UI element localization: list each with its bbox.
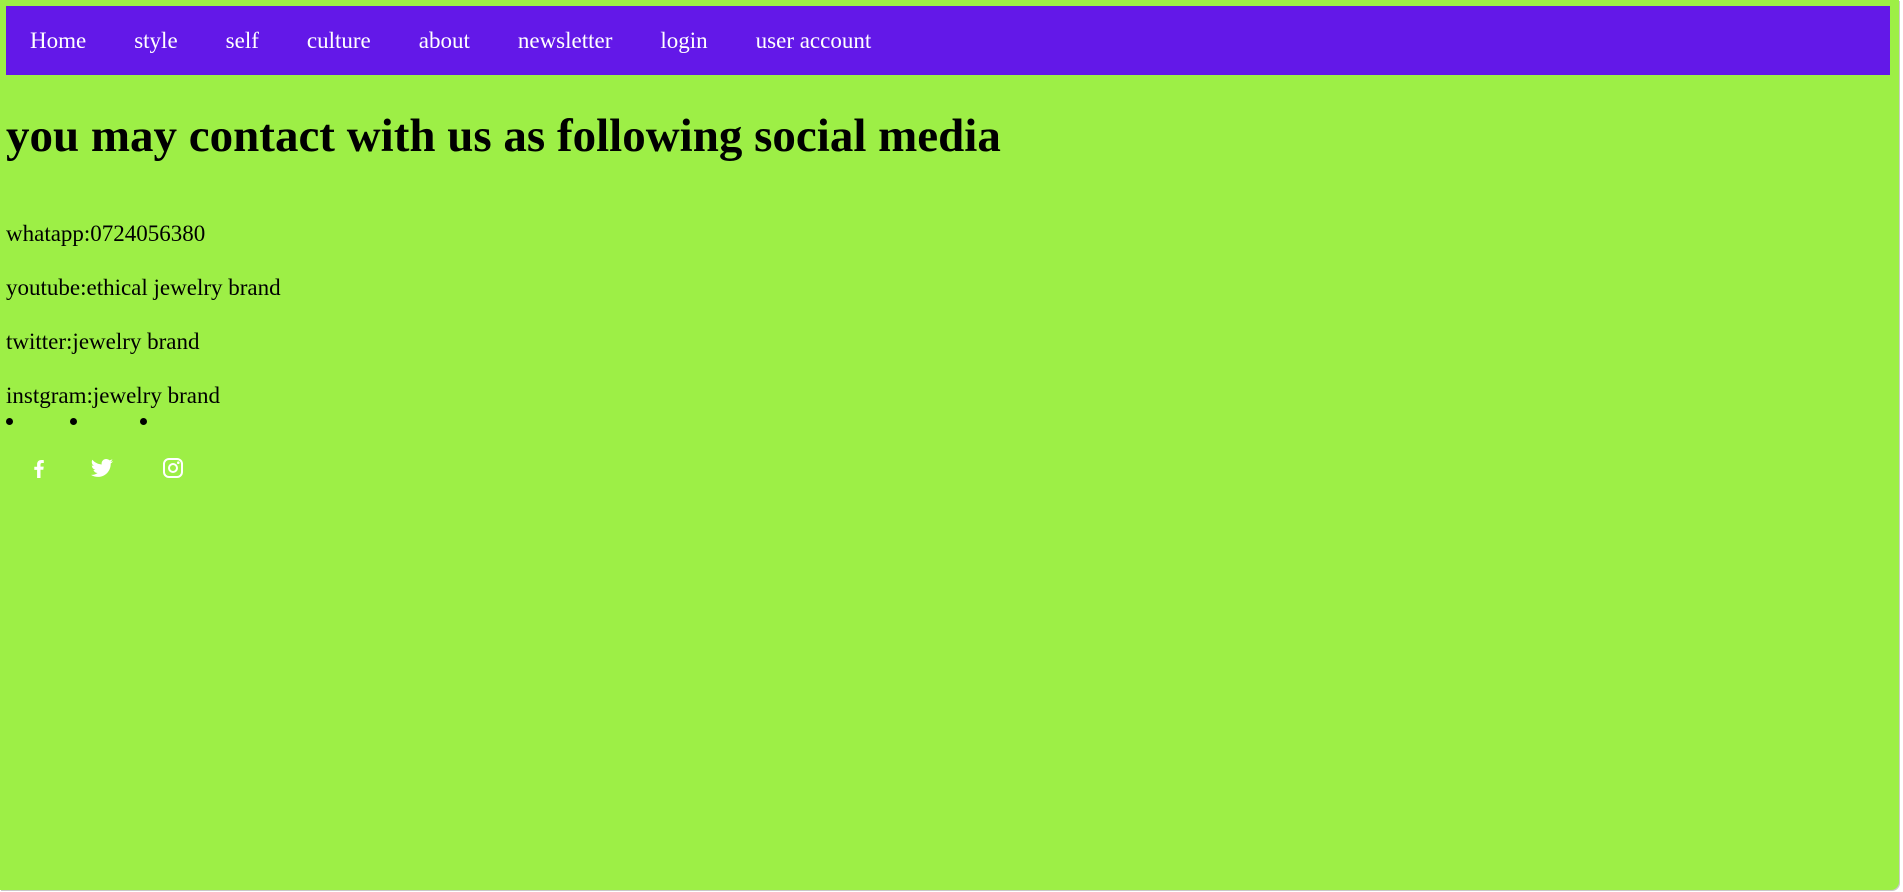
nav-item-user-account[interactable]: user account (732, 6, 896, 75)
nav-item-about[interactable]: about (395, 6, 494, 75)
social-link-facebook[interactable] (6, 414, 46, 490)
twitter-icon[interactable] (90, 456, 114, 480)
list-bullet (70, 418, 77, 425)
nav-item-login[interactable]: login (636, 6, 731, 75)
contact-youtube: youtube:ethical jewelry brand (6, 275, 281, 300)
social-links-list (0, 414, 240, 490)
list-bullet (6, 418, 13, 425)
facebook-icon[interactable] (27, 456, 51, 480)
social-link-instagram[interactable] (140, 414, 183, 490)
page-title: you may contact with us as following soc… (6, 110, 1001, 162)
nav-item-style[interactable]: style (110, 6, 201, 75)
social-link-twitter[interactable] (70, 414, 113, 490)
list-bullet (140, 418, 147, 425)
nav-item-culture[interactable]: culture (283, 6, 395, 75)
instagram-icon[interactable] (161, 456, 185, 480)
nav-item-self[interactable]: self (202, 6, 283, 75)
nav-item-home[interactable]: Home (6, 6, 110, 75)
contact-twitter: twitter:jewelry brand (6, 329, 200, 354)
page: Home style self culture about newsletter… (0, 0, 1899, 890)
navbar: Home style self culture about newsletter… (6, 6, 1890, 75)
contact-instagram: instgram:jewelry brand (6, 383, 220, 408)
nav-item-newsletter[interactable]: newsletter (494, 6, 637, 75)
contact-whatsapp: whatapp:0724056380 (6, 221, 206, 246)
